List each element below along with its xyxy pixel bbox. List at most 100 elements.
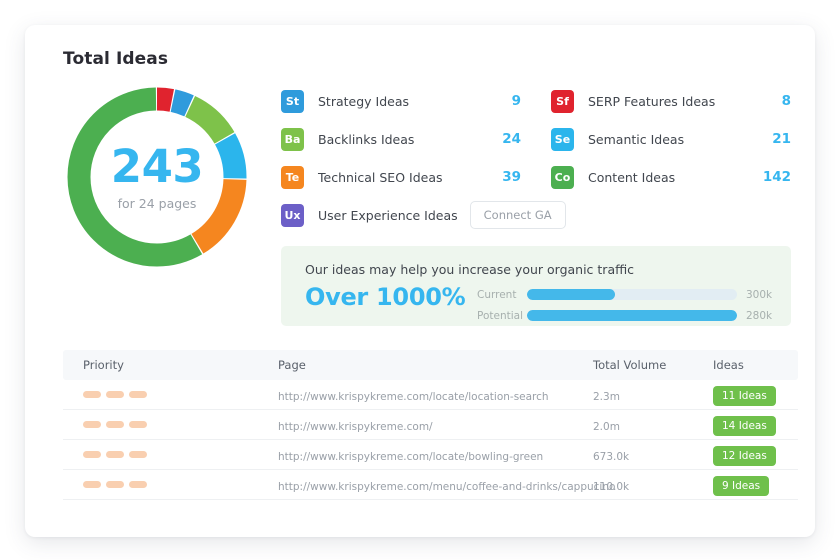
priority-indicator — [83, 421, 278, 428]
total-volume-value: 110.0k — [593, 481, 630, 493]
traffic-bar-value: 280k — [746, 309, 773, 322]
legend-value: 9 — [511, 93, 521, 109]
cell-ideas: 12 Ideas — [713, 444, 798, 466]
table-row[interactable]: http://www.krispykreme.com/locate/bowlin… — [63, 440, 798, 470]
priority-bar — [106, 391, 124, 398]
donut-subtitle: for 24 pages — [117, 195, 197, 211]
total-volume-value: 2.3m — [593, 391, 620, 403]
legend-badge-icon: Se — [551, 127, 574, 151]
legend-row-technical-seo-ideas[interactable]: Te Technical SEO Ideas 39 — [281, 158, 521, 196]
priority-bar — [129, 421, 147, 428]
legend-value: 21 — [772, 131, 791, 147]
legend-row-strategy-ideas[interactable]: St Strategy Ideas 9 — [281, 82, 521, 120]
legend-badge-icon: Ba — [281, 127, 304, 151]
page-title: Total Ideas — [63, 49, 169, 69]
cell-priority — [63, 391, 278, 398]
screenshot-root: Total Ideas 243 for 24 pages St Strategy … — [0, 0, 840, 560]
column-header-page: Page — [278, 358, 306, 372]
legend-value: 24 — [502, 131, 521, 147]
legend-badge-icon: Sf — [551, 89, 574, 113]
traffic-bar-row-current: Current 300k — [477, 286, 777, 303]
page-url-link[interactable]: http://www.krispykreme.com/locate/bowlin… — [278, 451, 543, 463]
cell-page: http://www.krispykreme.com/menu/coffee-a… — [278, 475, 615, 494]
traffic-bar-track — [527, 289, 737, 300]
traffic-bar-label: Potential — [477, 309, 523, 322]
table-row[interactable]: http://www.krispykreme.com/2.0m 14 Ideas — [63, 410, 798, 440]
legend-label: SERP Features Ideas — [588, 93, 716, 109]
column-header-ideas: Ideas — [713, 358, 744, 372]
column-header-priority: Priority — [83, 358, 124, 372]
total-volume-value: 2.0m — [593, 421, 620, 433]
traffic-bars: Current 300k Potential 280k — [477, 286, 777, 324]
column-header-total-volume: Total Volume — [593, 358, 667, 372]
cell-priority — [63, 421, 278, 428]
ideas-count-badge[interactable]: 14 Ideas — [713, 415, 776, 436]
legend-column-right: Sf SERP Features Ideas 8 Se Semantic Ideas 21… — [551, 82, 791, 196]
ideas-count-badge[interactable]: 9 Ideas — [713, 475, 770, 496]
table-row[interactable]: http://www.krispykreme.com/locate/locati… — [63, 380, 798, 410]
cell-ideas: 9 Ideas — [713, 474, 798, 496]
traffic-bar-fill — [527, 289, 616, 300]
ideas-count-badge[interactable]: 11 Ideas — [713, 385, 776, 406]
legend-row-backlinks-ideas[interactable]: Ba Backlinks Ideas 24 — [281, 120, 521, 158]
priority-indicator — [83, 451, 278, 458]
banner-title: Our ideas may help you increase your org… — [305, 262, 635, 277]
donut-center-label: 243 for 24 pages — [62, 82, 252, 272]
banner-percent: Over 1000% — [305, 283, 466, 311]
priority-indicator — [83, 391, 278, 398]
priority-bar — [129, 391, 147, 398]
page-url-link[interactable]: http://www.krispykreme.com/ — [278, 421, 433, 433]
organic-traffic-banner: Our ideas may help you increase your org… — [281, 246, 791, 326]
legend-label: Semantic Ideas — [588, 131, 685, 147]
total-ideas-card: Total Ideas 243 for 24 pages St Strategy … — [25, 25, 815, 537]
legend-label: Technical SEO Ideas — [318, 169, 443, 185]
legend-label: Strategy Ideas — [318, 93, 410, 109]
priority-bar — [106, 421, 124, 428]
total-ideas-donut-chart: 243 for 24 pages — [62, 82, 252, 272]
legend-value: 8 — [781, 93, 791, 109]
ideas-count-badge[interactable]: 12 Ideas — [713, 445, 776, 466]
pages-table: Priority Page Total Volume Ideas http://… — [63, 350, 798, 500]
cell-total-volume: 110.0k — [593, 475, 713, 494]
priority-bar — [106, 481, 124, 488]
connect-ga-button[interactable]: Connect GA — [469, 201, 566, 229]
table-body: http://www.krispykreme.com/locate/locati… — [63, 380, 798, 500]
priority-indicator — [83, 481, 278, 488]
legend-badge-icon: Te — [281, 165, 304, 189]
legend-row-semantic-ideas[interactable]: Se Semantic Ideas 21 — [551, 120, 791, 158]
priority-bar — [129, 481, 147, 488]
priority-bar — [83, 421, 101, 428]
donut-total-value: 243 — [110, 139, 204, 193]
legend-value: 39 — [502, 169, 521, 185]
traffic-bar-track — [527, 310, 737, 321]
cell-total-volume: 2.0m — [593, 415, 713, 434]
legend-label: Content Ideas — [588, 169, 676, 185]
priority-bar — [129, 451, 147, 458]
traffic-bar-label: Current — [477, 288, 517, 301]
legend-badge-icon: St — [281, 89, 304, 113]
cell-priority — [63, 481, 278, 488]
cell-page: http://www.krispykreme.com/locate/bowlin… — [278, 445, 593, 464]
legend-row-content-ideas[interactable]: Co Content Ideas 142 — [551, 158, 791, 196]
page-url-link[interactable]: http://www.krispykreme.com/locate/locati… — [278, 391, 549, 403]
legend-row-user-experience-ideas[interactable]: Ux User Experience Ideas Connect GA — [281, 196, 566, 234]
priority-bar — [83, 451, 101, 458]
legend-value: 142 — [762, 169, 791, 185]
page-url-link[interactable]: http://www.krispykreme.com/menu/coffee-a… — [278, 481, 615, 493]
cell-priority — [63, 451, 278, 458]
table-header-row: Priority Page Total Volume Ideas — [63, 350, 798, 380]
traffic-bar-value: 300k — [746, 288, 773, 301]
legend-row-serp-features-ideas[interactable]: Sf SERP Features Ideas 8 — [551, 82, 791, 120]
priority-bar — [83, 481, 101, 488]
traffic-bar-row-potential: Potential 280k — [477, 307, 777, 324]
priority-bar — [106, 451, 124, 458]
cell-ideas: 11 Ideas — [713, 384, 798, 406]
cell-total-volume: 2.3m — [593, 385, 713, 404]
cell-ideas: 14 Ideas — [713, 414, 798, 436]
cell-total-volume: 673.0k — [593, 445, 713, 464]
legend-badge-icon: Co — [551, 165, 574, 189]
legend-label: Backlinks Ideas — [318, 131, 415, 147]
priority-bar — [83, 391, 101, 398]
legend-column-left: St Strategy Ideas 9 Ba Backlinks Ideas 24 Te Te… — [281, 82, 566, 234]
table-row[interactable]: http://www.krispykreme.com/menu/coffee-a… — [63, 470, 798, 500]
